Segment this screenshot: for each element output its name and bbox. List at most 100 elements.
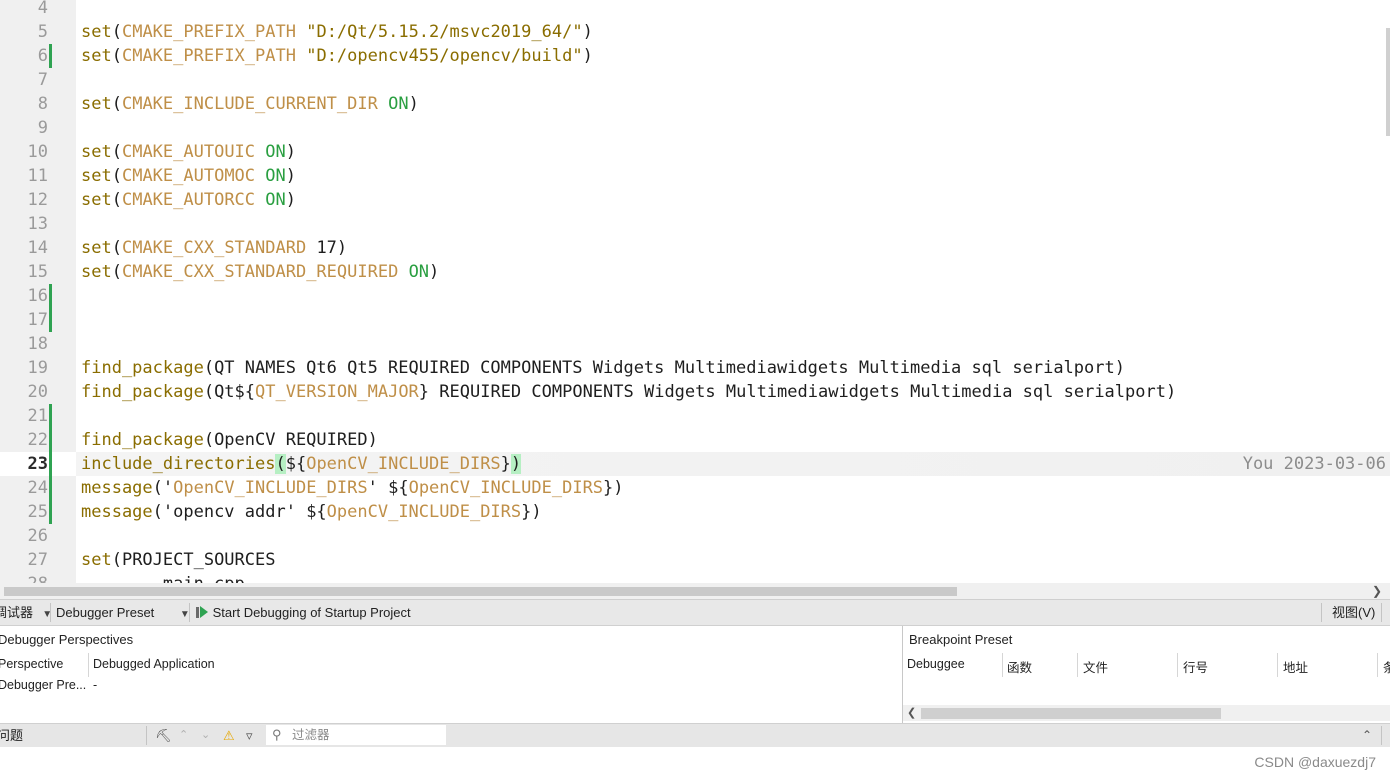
divider: [1381, 603, 1382, 622]
column-divider: [1377, 653, 1378, 677]
chevron-down-icon[interactable]: ⌄: [201, 724, 210, 747]
code-line[interactable]: 14 set(CMAKE_CXX_STANDARD 17): [0, 236, 1390, 260]
debugger-select-label: 调试器: [0, 605, 34, 620]
code-token: }: [500, 454, 511, 474]
line-number: 11: [27, 166, 48, 186]
code-text[interactable]: set(CMAKE_CXX_STANDARD 17): [81, 236, 347, 260]
code-line[interactable]: 28 main.cpp: [0, 572, 1390, 583]
code-text[interactable]: include_directories(${OpenCV_INCLUDE_DIR…: [81, 452, 522, 476]
code-line[interactable]: 8 set(CMAKE_INCLUDE_CURRENT_DIR ON): [0, 92, 1390, 116]
chevron-up-icon[interactable]: ⌃: [179, 724, 188, 747]
debug-toolbar: 调试器 ▼ Debugger Preset ▼ Start Debugging …: [0, 600, 1390, 626]
code-line[interactable]: 6 set(CMAKE_PREFIX_PATH "D:/opencv455/ope…: [0, 44, 1390, 68]
code-token: CMAKE_PREFIX_PATH: [121, 46, 296, 66]
code-line[interactable]: 20 find_package(Qt${QT_VERSION_MAJOR} REQ…: [0, 380, 1390, 404]
perspective-row-name[interactable]: Debugger Pre...: [0, 678, 86, 692]
code-line[interactable]: 23 include_directories(${OpenCV_INCLUDE_D…: [0, 452, 1390, 476]
code-line[interactable]: 4: [0, 0, 1390, 20]
perspectives-title: Debugger Perspectives: [0, 632, 134, 647]
code-token: (': [152, 478, 174, 498]
divider: [1381, 726, 1382, 745]
column-header-address[interactable]: 地址: [1283, 657, 1308, 676]
code-token: ${: [234, 382, 256, 402]
code-line[interactable]: 25 message('opencv addr' ${OpenCV_INCLUDE…: [0, 500, 1390, 524]
code-text[interactable]: set(CMAKE_INCLUDE_CURRENT_DIR ON): [81, 92, 419, 116]
code-token: (OpenCV REQUIRED): [203, 430, 378, 450]
code-line[interactable]: 18: [0, 332, 1390, 356]
scrollbar-thumb[interactable]: [921, 708, 1221, 719]
perspective-row-app[interactable]: -: [93, 678, 97, 692]
code-text[interactable]: set(CMAKE_PREFIX_PATH "D:/Qt/5.15.2/msvc…: [81, 20, 593, 44]
code-text[interactable]: message('OpenCV_INCLUDE_DIRS' ${OpenCV_I…: [81, 476, 624, 500]
code-text[interactable]: set(CMAKE_AUTOUIC ON): [81, 140, 296, 164]
view-menu-button[interactable]: 视图(V): [1332, 600, 1375, 625]
code-text[interactable]: find_package(Qt${QT_VERSION_MAJOR} REQUI…: [81, 380, 1176, 404]
code-text[interactable]: set(CMAKE_CXX_STANDARD_REQUIRED ON): [81, 260, 439, 284]
line-number: 12: [27, 190, 48, 210]
code-token: CMAKE_AUTOMOC: [121, 166, 256, 186]
column-header-perspective[interactable]: Perspective: [0, 657, 63, 671]
code-line[interactable]: 5 set(CMAKE_PREFIX_PATH "D:/Qt/5.15.2/msv…: [0, 20, 1390, 44]
filter-icon[interactable]: ▿: [246, 724, 253, 747]
column-header-debuggee[interactable]: Debuggee: [907, 657, 965, 671]
line-number: 26: [27, 526, 48, 546]
warning-icon[interactable]: ⚠: [223, 724, 235, 747]
code-line[interactable]: 15 set(CMAKE_CXX_STANDARD_REQUIRED ON): [0, 260, 1390, 284]
build-icon[interactable]: ⛏: [155, 724, 172, 747]
vertical-scrollbar-thumb[interactable]: [1386, 28, 1390, 136]
code-text[interactable]: set(CMAKE_AUTOMOC ON): [81, 164, 296, 188]
code-line[interactable]: 26: [0, 524, 1390, 548]
column-header-function[interactable]: 函数: [1007, 657, 1032, 676]
code-text[interactable]: set(CMAKE_AUTORCC ON): [81, 188, 296, 212]
scroll-left-arrow-icon[interactable]: ❮: [907, 705, 916, 721]
scroll-right-arrow-icon[interactable]: ❯: [1372, 583, 1382, 599]
horizontal-scrollbar[interactable]: ❯: [0, 583, 1390, 600]
code-editor[interactable]: 4 5 set(CMAKE_PREFIX_PATH "D:/Qt/5.15.2/ms…: [0, 0, 1390, 583]
start-debugging-button[interactable]: Start Debugging of Startup Project: [195, 600, 411, 625]
filter-placeholder: 过滤器: [292, 728, 330, 742]
code-text[interactable]: message('opencv addr' ${OpenCV_INCLUDE_D…: [81, 500, 542, 524]
code-line[interactable]: 22 find_package(OpenCV REQUIRED): [0, 428, 1390, 452]
code-token: }: [418, 382, 430, 402]
code-token: }: [521, 502, 532, 522]
code-token: set: [81, 22, 112, 42]
issues-tab[interactable]: 问题: [0, 724, 23, 747]
code-text[interactable]: set(PROJECT_SOURCES: [81, 548, 275, 572]
code-token: find_package: [81, 358, 204, 378]
column-header-condition[interactable]: 条: [1383, 657, 1390, 676]
code-line[interactable]: 9: [0, 116, 1390, 140]
code-text[interactable]: main.cpp: [81, 572, 245, 583]
column-header-debugged-application[interactable]: Debugged Application: [93, 657, 215, 671]
code-text[interactable]: find_package(OpenCV REQUIRED): [81, 428, 378, 452]
collapse-up-icon[interactable]: ⌃: [1362, 724, 1372, 747]
code-line[interactable]: 19 find_package(QT NAMES Qt6 Qt5 REQUIRED…: [0, 356, 1390, 380]
code-line[interactable]: 16: [0, 284, 1390, 308]
code-token: message: [81, 478, 153, 498]
preset-select[interactable]: Debugger Preset ▼: [56, 600, 190, 627]
code-token: CMAKE_PREFIX_PATH: [121, 22, 296, 42]
code-line[interactable]: 11 set(CMAKE_AUTOMOC ON): [0, 164, 1390, 188]
code-text[interactable]: set(CMAKE_PREFIX_PATH "D:/opencv455/open…: [81, 44, 593, 68]
code-line[interactable]: 21: [0, 404, 1390, 428]
line-number: 24: [27, 478, 48, 498]
code-line[interactable]: 13: [0, 212, 1390, 236]
breakpoint-horizontal-scrollbar[interactable]: ❮: [903, 705, 1390, 721]
debugger-select[interactable]: 调试器 ▼: [0, 600, 52, 627]
code-line[interactable]: 17: [0, 308, 1390, 332]
code-token: set: [81, 550, 112, 570]
code-line[interactable]: 27 set(PROJECT_SOURCES: [0, 548, 1390, 572]
code-token: main.cpp: [81, 574, 245, 583]
filter-input[interactable]: ⚲ 过滤器: [266, 725, 446, 745]
code-token: ON: [388, 94, 409, 114]
code-token: }: [603, 478, 614, 498]
horizontal-scrollbar-thumb[interactable]: [4, 587, 957, 596]
code-text[interactable]: find_package(QT NAMES Qt6 Qt5 REQUIRED C…: [81, 356, 1125, 380]
code-line[interactable]: 10 set(CMAKE_AUTOUIC ON): [0, 140, 1390, 164]
column-header-file[interactable]: 文件: [1083, 657, 1108, 676]
code-line[interactable]: 12 set(CMAKE_AUTORCC ON): [0, 188, 1390, 212]
column-divider: [1002, 653, 1003, 677]
code-line[interactable]: 7: [0, 68, 1390, 92]
code-line[interactable]: 24 message('OpenCV_INCLUDE_DIRS' ${OpenCV…: [0, 476, 1390, 500]
column-header-line[interactable]: 行号: [1183, 657, 1208, 676]
